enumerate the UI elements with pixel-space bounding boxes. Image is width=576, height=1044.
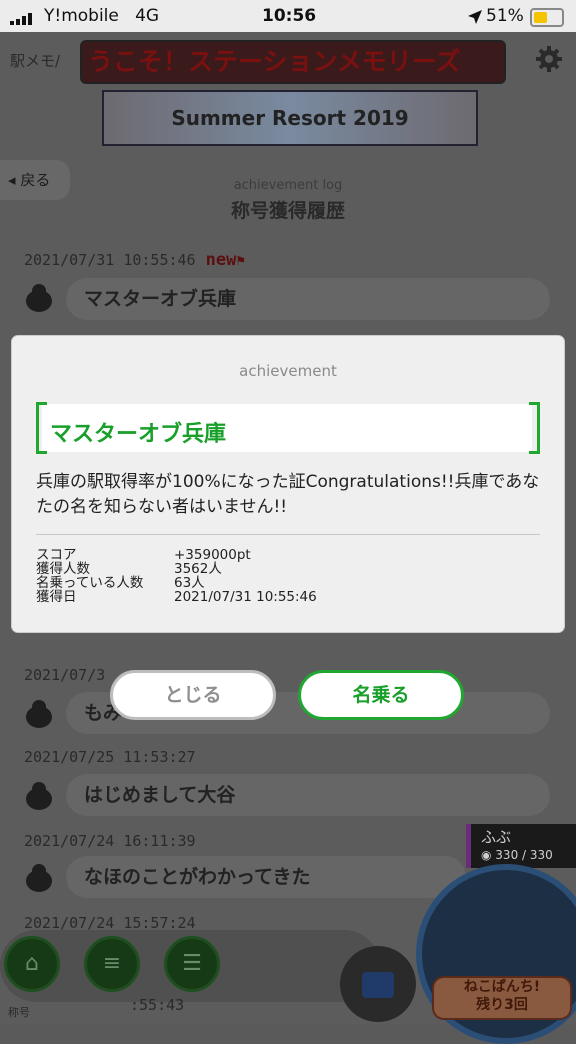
list-item[interactable]: マスターオブ兵庫 <box>66 278 550 320</box>
list-item[interactable]: なほのことがわかってきた <box>66 856 466 898</box>
station-list-icon[interactable]: ☰ <box>164 936 220 992</box>
achievement-description: 兵庫の駅取得率が100%になった証Congratulations!!兵庫であなた… <box>36 472 540 517</box>
entry-date: 2021/07/31 10:55:46 new⚑ <box>24 250 245 270</box>
status-bar: Y!mobile 4G 10:56 51% <box>0 0 576 32</box>
train-icon <box>26 782 52 810</box>
achievement-modal: achievement マスターオブ兵庫 兵庫の駅取得率が100%になった証Co… <box>12 336 564 632</box>
log-subtitle: achievement log <box>233 178 343 193</box>
bag-icon <box>362 972 394 998</box>
modal-subtitle: achievement <box>239 362 337 380</box>
event-banner[interactable]: Summer Resort 2019 <box>102 90 478 146</box>
battery-icon <box>530 8 564 27</box>
new-badge: new <box>205 250 237 270</box>
user-card[interactable]: ふぶ ◉ 330 / 330 <box>466 824 576 868</box>
stat-label: 名乗っている人数 <box>36 575 144 591</box>
list-icon[interactable]: ≡ <box>84 936 140 992</box>
claim-title-button[interactable]: 名乗る <box>298 670 464 720</box>
home-icon[interactable]: ⌂ <box>4 936 60 992</box>
stat-label: 獲得日 <box>36 589 77 605</box>
achievement-title: マスターオブ兵庫 <box>50 422 227 447</box>
welcome-marquee: うこそ！ステーションメモリーズ <box>80 40 506 84</box>
corner-label: 称号 <box>8 1006 30 1019</box>
battery-percent: 51% <box>486 6 524 26</box>
entry-date: 2021/07/25 11:53:27 <box>24 748 196 766</box>
location-icon <box>468 9 482 29</box>
stat-value: 3562人 <box>174 561 222 577</box>
header-left-label[interactable]: 駅メモ/ <box>10 50 60 71</box>
user-points: ◉ 330 / 330 <box>481 848 553 862</box>
entry-date: 2021/07/24 16:11:39 <box>24 832 196 850</box>
train-icon <box>26 700 52 728</box>
stat-value: +359000pt <box>174 547 251 563</box>
log-title: 称号獲得履歴 <box>230 200 345 222</box>
divider <box>36 534 540 535</box>
entry-date: 2021/07/3 <box>24 666 106 684</box>
entry-date: :55:43 <box>130 996 185 1014</box>
stat-label: 獲得人数 <box>36 561 90 577</box>
gear-icon[interactable] <box>536 46 562 72</box>
close-button[interactable]: とじる <box>110 670 276 720</box>
stat-label: スコア <box>36 547 77 563</box>
carrier-label: Y!mobile 4G <box>44 6 160 26</box>
user-name: ふぶ <box>481 828 512 846</box>
train-icon <box>26 864 52 892</box>
list-item[interactable]: はじめまして大谷 <box>66 774 550 816</box>
clock: 10:56 <box>262 6 317 26</box>
neko-punch-button[interactable]: ねこぱんち! 残り3回 <box>432 976 572 1020</box>
flag-icon: ⚑ <box>236 253 245 269</box>
stat-value: 63人 <box>174 575 205 591</box>
train-icon <box>26 284 52 312</box>
signal-icon <box>10 10 36 30</box>
stat-value: 2021/07/31 10:55:46 <box>174 589 317 605</box>
